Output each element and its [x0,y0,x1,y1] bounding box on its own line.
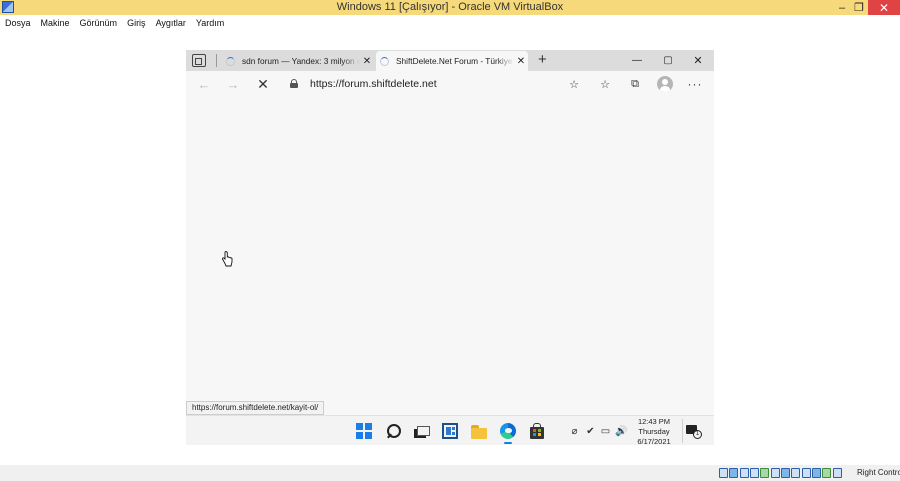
usb-icon[interactable] [760,468,770,478]
volume-icon[interactable]: 🔊 [615,425,628,438]
menu-aygitlar[interactable]: Aygıtlar [156,18,186,28]
link-status-bar: https://forum.shiftdelete.net/kayit-ol/ [186,401,325,415]
tab-actions-icon[interactable] [192,54,206,67]
tab-close-icon[interactable]: ✕ [360,56,374,67]
audio-icon[interactable] [739,468,749,478]
active-app-indicator [504,442,512,444]
security-icon[interactable]: ✔ [584,425,597,438]
lock-icon[interactable] [290,79,298,88]
shared-folder-icon[interactable] [770,468,780,478]
loading-spinner-icon [226,56,235,66]
loading-spinner-icon [380,56,389,66]
network-adapter-icon[interactable] [750,468,760,478]
store-icon[interactable] [529,423,545,439]
menu-dosya[interactable]: Dosya [5,18,31,28]
taskbar: ⌀ ✔ ▭ 🔊 12:43 PM Thursday 6/17/2021 1 [186,415,714,447]
hdd-icon[interactable] [719,468,728,478]
menu-makine[interactable]: Makine [41,18,70,28]
vbox-statusbar: Right Control [0,465,900,481]
recording-icon[interactable] [791,468,801,478]
vbox-menubar: Dosya Makine Görünüm Giriş Aygıtlar Yard… [0,15,900,31]
tab-strip: sdn forum — Yandex: 3 milyon sonuç bulun… [186,50,714,71]
more-options-icon[interactable]: ··· [686,76,704,92]
tab-title: sdn forum — Yandex: 3 milyon sonuç bulun… [242,56,360,66]
taskbar-separator [682,419,683,443]
new-tab-button[interactable]: + [538,51,547,69]
close-button[interactable]: ✕ [683,50,713,71]
edge-browser-icon[interactable] [500,423,516,439]
tab-close-icon[interactable]: ✕ [514,56,528,67]
notification-badge: 1 [693,430,702,439]
tab-title: ShiftDelete.Net Forum - Türkiye'nin en b… [396,56,514,66]
tab-yandex[interactable]: sdn forum — Yandex: 3 milyon sonuç bulun… [222,51,374,71]
hand-cursor-icon [222,251,233,267]
keyboard-icon[interactable] [832,468,842,478]
navigation-bar: ← → ✕ https://forum.shiftdelete.net ☆ ☆ … [186,71,714,97]
menu-gorunum[interactable]: Görünüm [80,18,118,28]
favorites-icon[interactable]: ☆ [596,76,614,92]
file-explorer-icon[interactable] [471,423,487,439]
address-bar[interactable]: https://forum.shiftdelete.net [310,78,437,90]
page-content[interactable] [186,97,714,415]
edge-window: sdn forum — Yandex: 3 milyon sonuç bulun… [186,50,714,415]
back-button[interactable]: ← [195,75,213,93]
network-icon[interactable]: ⌀ [568,425,581,438]
tab-separator [216,54,217,67]
start-icon[interactable] [356,423,372,439]
menu-yardim[interactable]: Yardım [196,18,224,28]
maximize-button[interactable]: ▢ [653,50,683,71]
search-icon[interactable] [385,423,401,439]
mouse-integration-icon[interactable] [812,468,822,478]
notification-icon[interactable]: 1 [686,425,702,439]
vbox-titlebar: Windows 11 [Çalışıyor] - Oracle VM Virtu… [0,0,900,15]
window-title: Windows 11 [Çalışıyor] - Oracle VM Virtu… [336,1,564,13]
menu-giris[interactable]: Giriş [127,18,146,28]
add-favorite-icon[interactable]: ☆ [565,76,583,92]
forward-button[interactable]: → [224,75,242,93]
task-view-icon[interactable] [413,423,430,439]
clock[interactable]: 12:43 PM Thursday 6/17/2021 [632,417,676,447]
host-key-label: Right Control [857,468,900,477]
clock-day: Thursday [638,427,670,436]
tab-shiftdelete[interactable]: ShiftDelete.Net Forum - Türkiye'nin en b… [376,51,528,71]
clock-date: 6/17/2021 [637,437,671,446]
widgets-icon[interactable] [442,423,458,439]
optical-drive-icon[interactable] [729,468,739,478]
stop-loading-button[interactable]: ✕ [254,75,272,93]
minimize-button[interactable]: — [622,50,652,71]
collections-icon[interactable]: ⧉ [626,76,644,92]
device-status-icons [719,468,843,478]
vbox-close-button[interactable]: ✕ [868,0,900,15]
profile-avatar[interactable] [657,76,673,92]
clock-time: 12:43 PM [637,417,671,426]
guest-additions-icon[interactable] [822,468,832,478]
cpu-icon[interactable] [801,468,811,478]
display-icon[interactable]: ▭ [599,425,612,438]
display-adapter-icon[interactable] [781,468,791,478]
